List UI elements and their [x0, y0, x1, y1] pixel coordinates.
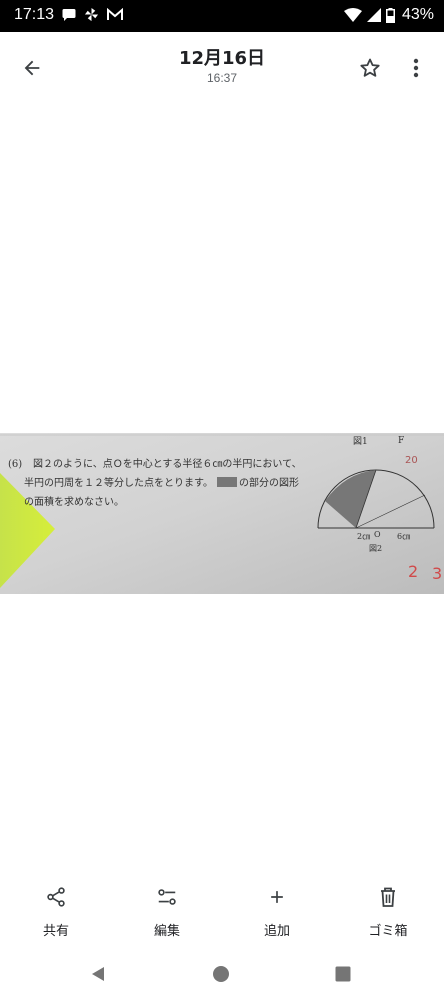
- add-label: 追加: [263, 924, 290, 939]
- system-nav-bar: [0, 950, 444, 999]
- chat-bubble-icon: [62, 8, 76, 21]
- edit-label: 編集: [153, 924, 180, 939]
- problem-text-line1: 図２のように、点Ｏを中心とする半径６㎝の半円において、: [33, 457, 302, 470]
- trash-label: ゴミ箱: [368, 924, 408, 939]
- wifi-icon: [343, 8, 362, 22]
- photo-image: (6) 図２のように、点Ｏを中心とする半径６㎝の半円において、 半円の円周を１２…: [0, 433, 444, 594]
- system-status-icons: 43%: [343, 6, 434, 24]
- trash-icon: [381, 887, 395, 907]
- problem-text-line3: の面積を求めなさい。: [24, 495, 124, 508]
- pinwheel-icon: [84, 7, 99, 22]
- share-label: 共有: [42, 924, 69, 939]
- plus-icon: [271, 891, 283, 903]
- triangle-back-icon: [92, 967, 104, 981]
- battery-icon: [385, 7, 395, 23]
- tune-icon: [158, 889, 176, 905]
- notification-icons: [62, 7, 123, 22]
- bottom-toolbar: 共有 編集 追加 ゴミ箱: [0, 870, 444, 950]
- add-button[interactable]: 追加: [237, 882, 317, 939]
- nav-recents-button[interactable]: [331, 962, 355, 986]
- more-vert-icon: [413, 58, 419, 78]
- star-outline-icon: [360, 58, 380, 77]
- share-icon: [47, 887, 65, 907]
- share-button[interactable]: 共有: [16, 882, 96, 939]
- nav-home-button[interactable]: [209, 962, 233, 986]
- gmail-icon: [107, 8, 123, 20]
- handwritten-20: 20: [405, 455, 418, 466]
- problem-text-line2: 半円の円周を１２等分した点をとります。: [24, 476, 213, 489]
- battery-percent: 43%: [401, 6, 434, 23]
- photo-viewer[interactable]: (6) 図２のように、点Ｏを中心とする半径６㎝の半円において、 半円の円周を１２…: [0, 433, 444, 594]
- handwritten-3: 3: [432, 564, 442, 583]
- status-bar: 17:13 43%: [0, 0, 444, 32]
- problem-number: (6): [8, 459, 22, 470]
- edit-button[interactable]: 編集: [127, 882, 207, 939]
- label-F: F: [398, 436, 404, 446]
- circle-home-icon: [213, 966, 229, 982]
- problem-text-line2b: の部分の図形: [239, 476, 299, 489]
- shaded-legend-box: [217, 477, 237, 487]
- status-time: 17:13: [14, 6, 55, 23]
- square-recents-icon: [335, 966, 351, 982]
- figure-caption: 図2: [369, 544, 382, 553]
- label-6cm: 6㎝: [397, 532, 410, 541]
- nav-back-button[interactable]: [86, 962, 110, 986]
- handwritten-2: 2: [408, 562, 418, 581]
- trash-button[interactable]: ゴミ箱: [348, 882, 428, 939]
- figure-title: 図1: [353, 436, 368, 447]
- more-options-button[interactable]: [402, 52, 430, 84]
- label-2cm: 2㎝: [357, 532, 370, 541]
- label-O: O: [374, 530, 381, 539]
- favorite-button[interactable]: [354, 52, 386, 84]
- cell-signal-icon: [366, 8, 381, 22]
- app-header: 12月16日 16:37: [0, 32, 444, 102]
